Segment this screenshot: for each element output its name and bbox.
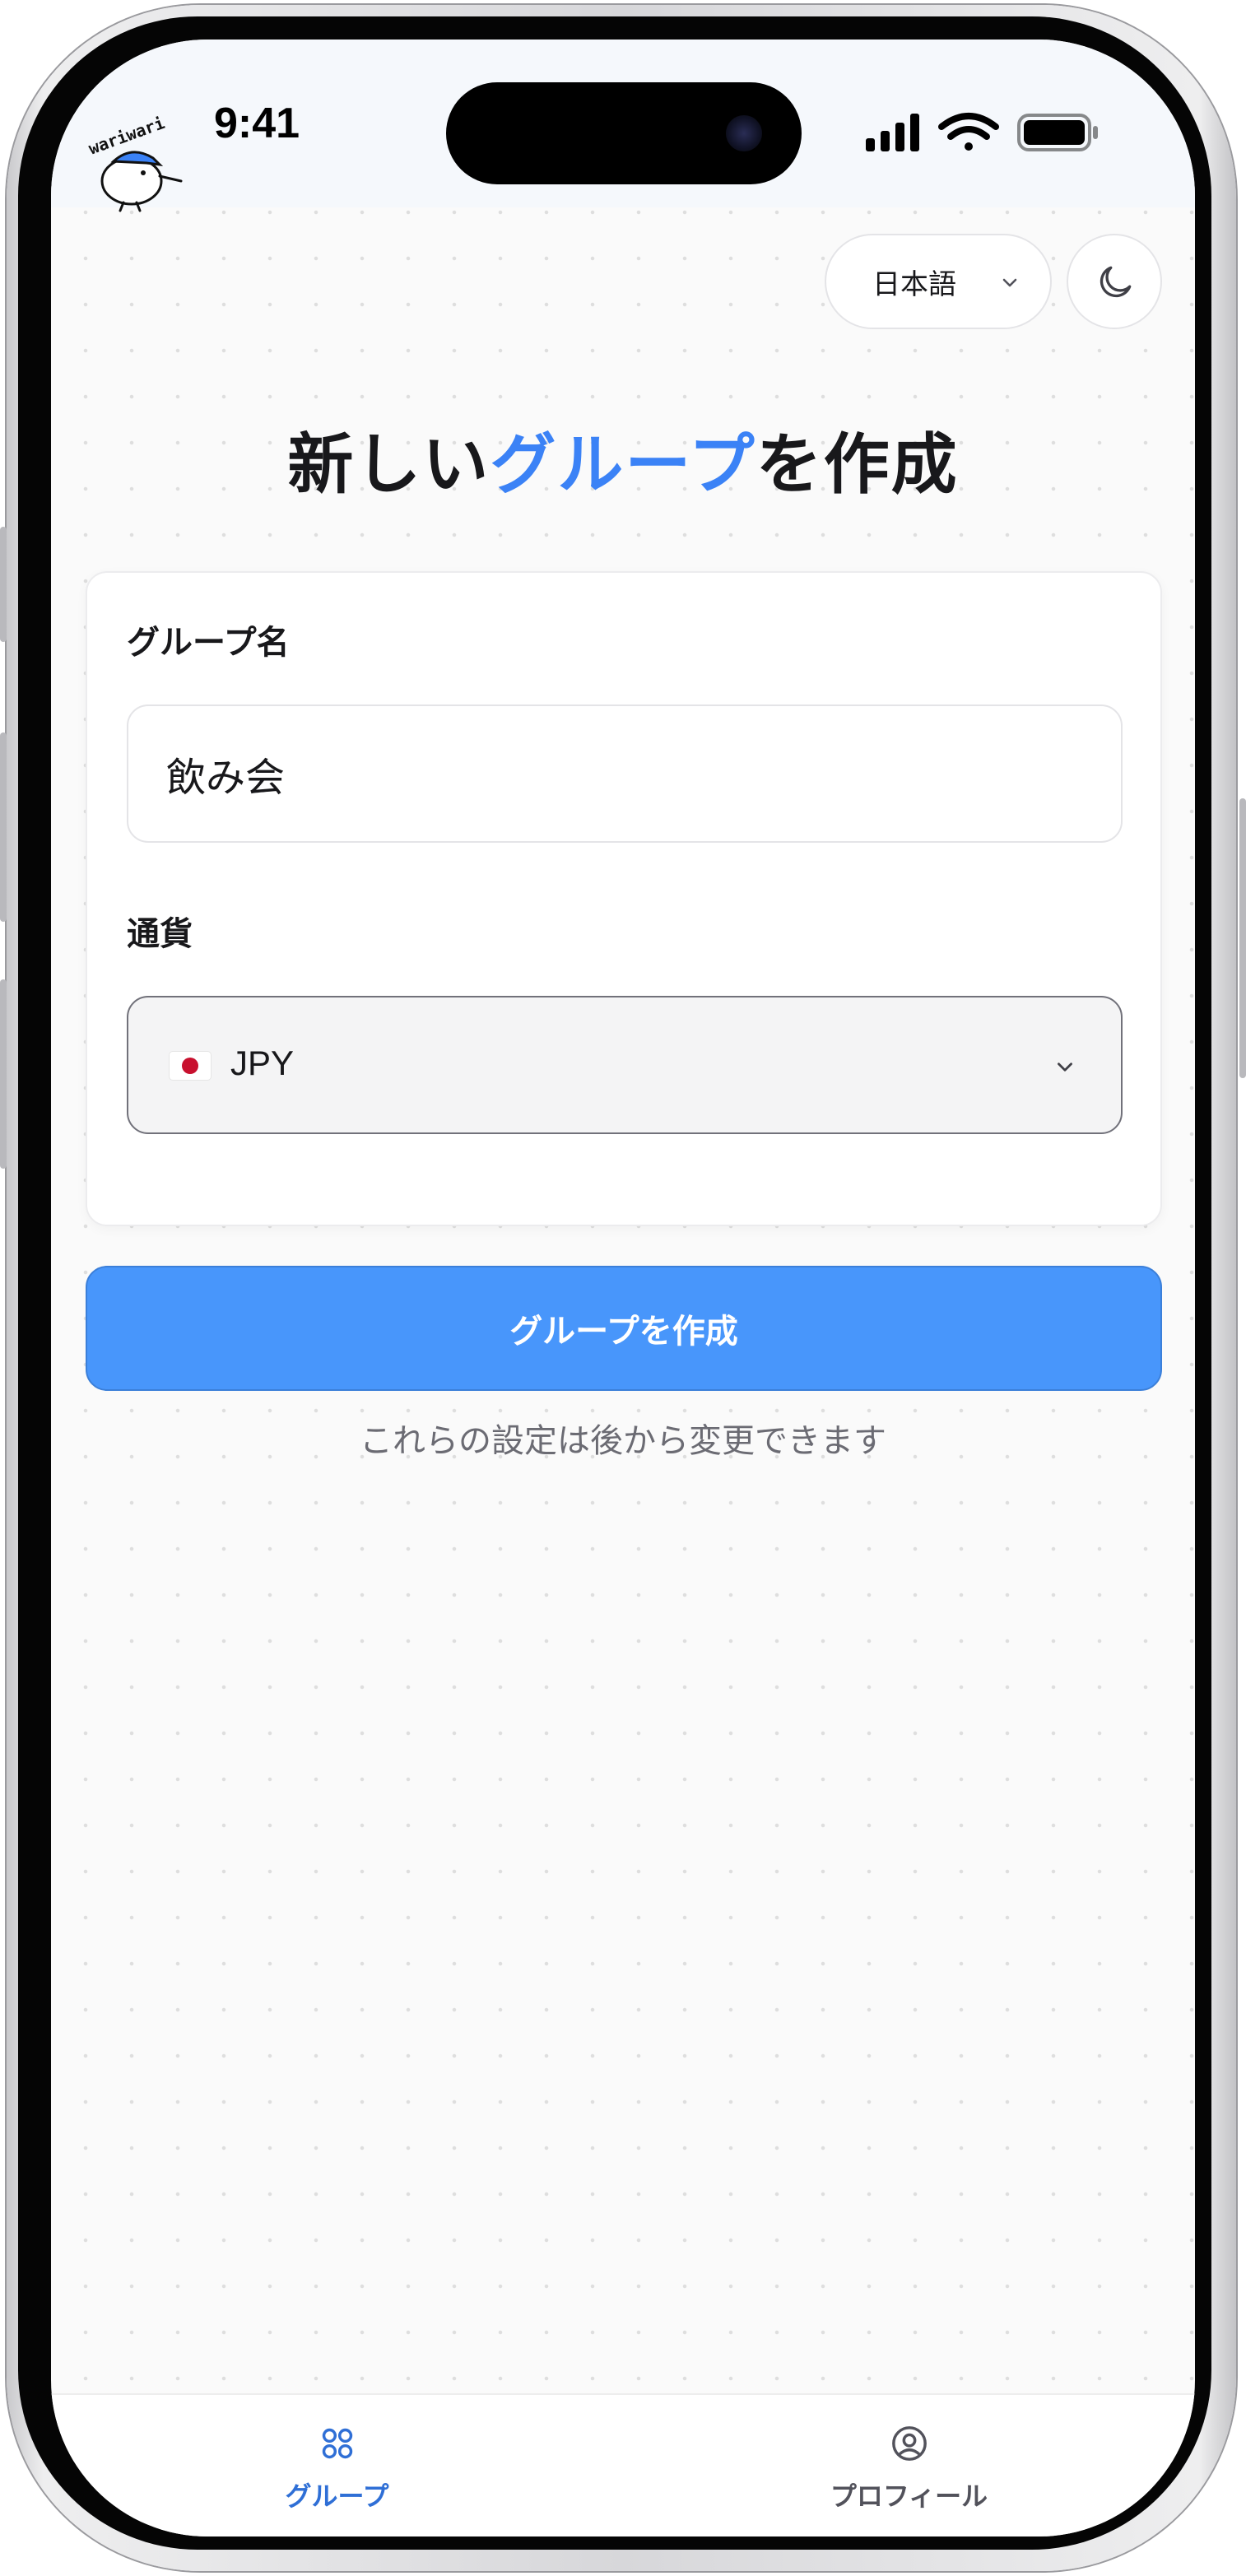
volume-up-button xyxy=(0,732,7,922)
wifi-icon xyxy=(938,113,999,151)
power-button xyxy=(1239,798,1246,1078)
theme-toggle-button[interactable] xyxy=(1067,234,1162,329)
action-button xyxy=(0,527,7,642)
tab-profile-label: プロフィール xyxy=(830,2481,988,2512)
volume-down-button xyxy=(0,979,7,1169)
dynamic-island xyxy=(446,82,802,184)
tab-groups[interactable]: グループ xyxy=(51,2395,623,2536)
app-screen: 9:41 wariwari 日本語 新しいグループを作成 グループ名 飲み会 通… xyxy=(51,40,1195,2536)
title-part-2: を作成 xyxy=(756,426,959,503)
status-icons xyxy=(866,113,1098,151)
settings-hint: これらの設定は後から変更できます xyxy=(360,1422,886,1460)
tab-groups-label: グループ xyxy=(285,2481,389,2512)
moon-icon xyxy=(1100,266,1132,298)
logo-text: wariwari xyxy=(86,113,167,158)
create-group-button[interactable]: グループを作成 xyxy=(86,1266,1162,1391)
battery-icon xyxy=(1017,114,1098,151)
page-title: 新しいグループを作成 xyxy=(51,412,1195,507)
status-bar: 9:41 xyxy=(51,40,1195,207)
status-time: 9:41 xyxy=(213,100,300,147)
group-form-card: グループ名 通貨 JPY xyxy=(86,571,1162,1226)
cellular-signal-icon xyxy=(866,114,919,151)
currency-label: 通貨 xyxy=(127,915,193,953)
title-part-1: 新しい xyxy=(287,426,490,503)
title-accent: グループ xyxy=(490,426,756,503)
user-circle-icon xyxy=(891,2426,927,2461)
language-label: 日本語 xyxy=(872,267,956,301)
tab-bar: グループ プロフィール xyxy=(51,2393,1195,2536)
wariwari-logo: wariwari xyxy=(86,113,183,212)
group-name-input[interactable] xyxy=(127,704,1123,843)
group-name-label: グループ名 xyxy=(127,624,290,662)
camera-icon xyxy=(726,115,762,151)
tab-profile[interactable]: プロフィール xyxy=(623,2395,1195,2536)
currency-value: JPY xyxy=(230,1044,295,1082)
chevron-down-icon xyxy=(1002,278,1017,287)
grid-icon xyxy=(322,2428,352,2459)
currency-select[interactable]: JPY xyxy=(127,996,1123,1134)
language-selector[interactable]: 日本語 xyxy=(825,234,1052,329)
chevron-down-icon xyxy=(1058,1062,1072,1072)
japan-flag-icon xyxy=(170,1052,211,1080)
